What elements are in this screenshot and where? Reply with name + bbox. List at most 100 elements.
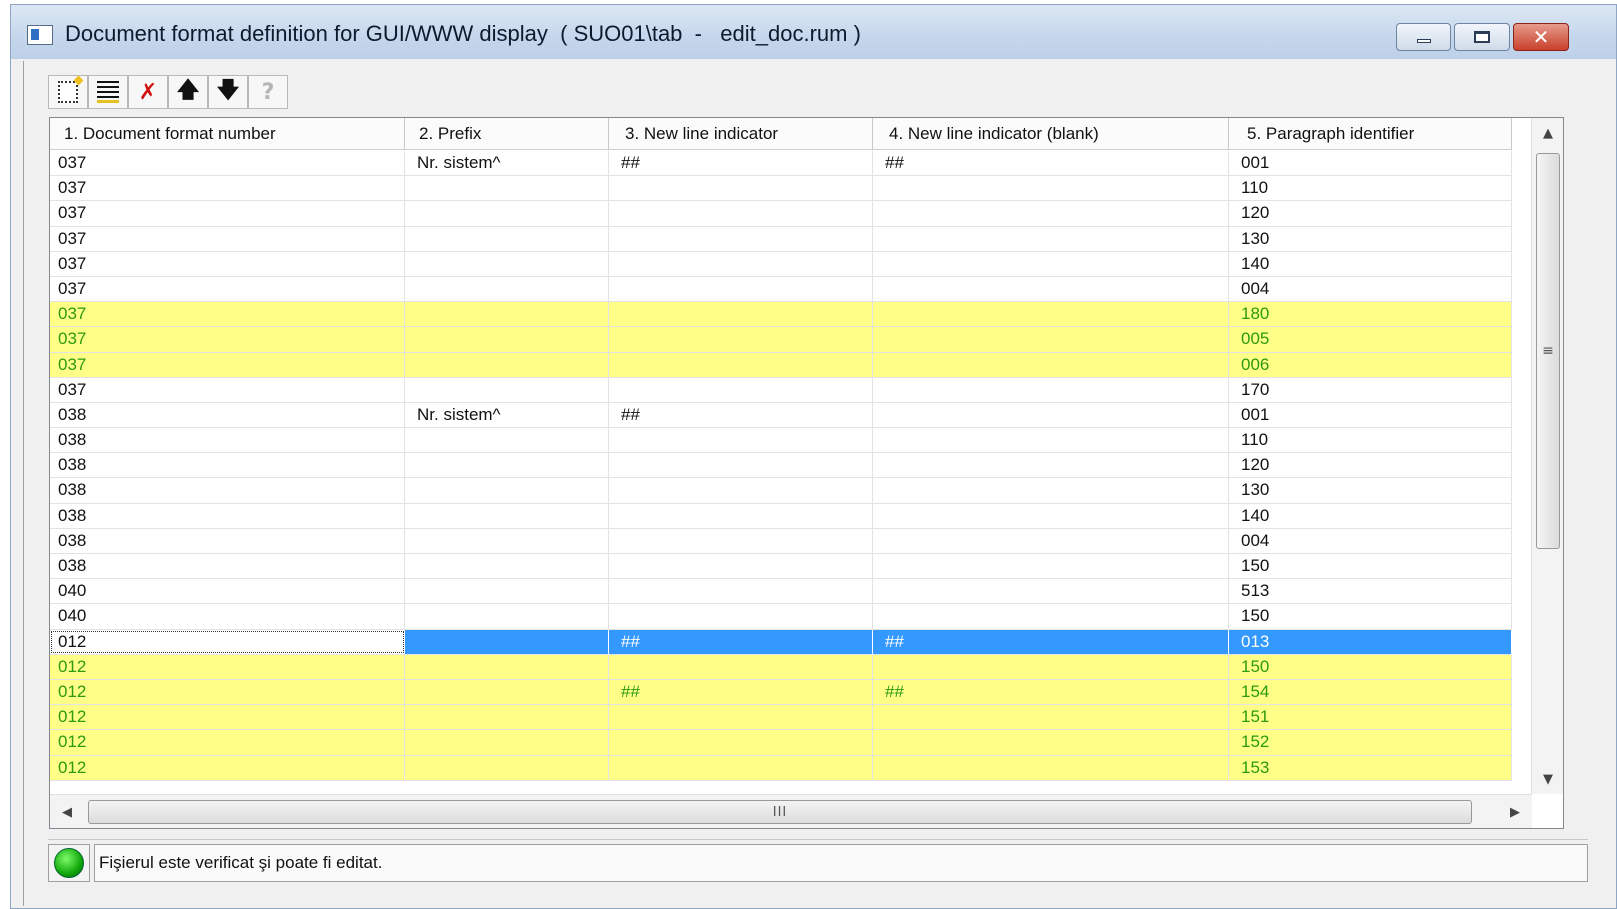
table-cell-col3[interactable]: [609, 705, 873, 730]
table-cell-col5[interactable]: 153: [1229, 755, 1512, 780]
table-row[interactable]: 040 150: [50, 604, 1512, 630]
details-button[interactable]: [88, 75, 128, 109]
table-row[interactable]: 037 140: [50, 251, 1512, 277]
table-cell-col2[interactable]: Nr. sistem^: [405, 151, 609, 176]
table-cell-col1[interactable]: 040: [50, 579, 405, 604]
table-row[interactable]: 038 120: [50, 453, 1512, 479]
table-cell-col2[interactable]: [405, 453, 609, 478]
table-cell-col2[interactable]: [405, 579, 609, 604]
close-button[interactable]: ✕: [1513, 23, 1569, 51]
table-cell-col5[interactable]: 130: [1229, 226, 1512, 251]
table-cell-col4[interactable]: [873, 402, 1229, 428]
table-cell-col5[interactable]: 180: [1229, 302, 1512, 327]
table-cell-col2[interactable]: Nr. sistem^: [405, 402, 609, 428]
table-cell-col4[interactable]: [873, 226, 1229, 251]
table-cell-col2[interactable]: [405, 503, 609, 528]
horizontal-scroll-thumb[interactable]: III: [88, 800, 1472, 824]
table-cell-col5[interactable]: 006: [1229, 352, 1512, 377]
table-cell-col2[interactable]: [405, 176, 609, 201]
table-cell-col3[interactable]: [609, 579, 873, 604]
table-row[interactable]: 012 ## ## 154: [50, 679, 1512, 706]
move-down-button[interactable]: 🡇: [208, 75, 248, 109]
table-cell-col1[interactable]: 037: [50, 276, 405, 302]
table-cell-col4[interactable]: [873, 554, 1229, 579]
table-cell-col3[interactable]: [609, 755, 873, 780]
table-row[interactable]: 038 004: [50, 528, 1512, 554]
horizontal-scrollbar[interactable]: ◀ III ▶: [50, 794, 1532, 828]
table-cell-col3[interactable]: [609, 377, 873, 402]
table-cell-col2[interactable]: [405, 730, 609, 755]
table-cell-col2[interactable]: [405, 302, 609, 327]
table-cell-col3[interactable]: [609, 478, 873, 503]
table-cell-col5[interactable]: 005: [1229, 327, 1512, 352]
table-cell-col5[interactable]: 152: [1229, 730, 1512, 755]
new-record-button[interactable]: [48, 75, 88, 109]
table-cell-col1[interactable]: 038: [50, 554, 405, 579]
table-cell-col4[interactable]: ##: [873, 679, 1229, 705]
table-cell-col4[interactable]: [873, 352, 1229, 377]
table-cell-col1[interactable]: 012: [50, 654, 405, 679]
table-cell-col1[interactable]: 037: [50, 201, 405, 226]
column-header-new-line[interactable]: 3. New line indicator: [609, 118, 873, 150]
table-cell-col4[interactable]: [873, 755, 1229, 780]
table-cell-col4[interactable]: [873, 201, 1229, 226]
table-cell-col3[interactable]: [609, 730, 873, 755]
table-cell-col3[interactable]: [609, 201, 873, 226]
table-cell-col1[interactable]: 040: [50, 604, 405, 629]
table-cell-col1[interactable]: 038: [50, 428, 405, 453]
table-cell-col4[interactable]: [873, 176, 1229, 201]
table-cell-col5[interactable]: 013: [1229, 629, 1512, 654]
table-row[interactable]: 038 Nr. sistem^ ## 001: [50, 402, 1512, 429]
table-cell-col2[interactable]: [405, 251, 609, 276]
table-cell-col3[interactable]: [609, 251, 873, 276]
table-cell-col2[interactable]: [405, 478, 609, 503]
table-cell-col4[interactable]: [873, 327, 1229, 352]
table-cell-col4[interactable]: ##: [873, 151, 1229, 176]
table-cell-col3[interactable]: ##: [609, 679, 873, 705]
scroll-left-icon[interactable]: ◀: [50, 795, 84, 828]
table-cell-col1[interactable]: 038: [50, 453, 405, 478]
table-cell-col3[interactable]: [609, 503, 873, 528]
table-row[interactable]: 037 170: [50, 377, 1512, 403]
table-cell-col1[interactable]: 037: [50, 151, 405, 176]
table-cell-col1[interactable]: 012: [50, 705, 405, 730]
table-cell-col2[interactable]: [405, 428, 609, 453]
table-cell-col3[interactable]: [609, 654, 873, 679]
table-row[interactable]: 012 151: [50, 705, 1512, 731]
table-cell-col4[interactable]: ##: [873, 629, 1229, 654]
table-row[interactable]: 037 006: [50, 352, 1512, 378]
table-cell-col4[interactable]: [873, 528, 1229, 553]
delete-button[interactable]: ✗: [128, 75, 168, 109]
table-cell-col5[interactable]: 140: [1229, 503, 1512, 528]
table-row[interactable]: 037 110: [50, 176, 1512, 202]
table-cell-col5[interactable]: 004: [1229, 276, 1512, 302]
table-cell-col2[interactable]: [405, 604, 609, 629]
table-cell-col1[interactable]: 037: [50, 302, 405, 327]
table-row[interactable]: 037 120: [50, 201, 1512, 227]
column-header-paragraph-id[interactable]: 5. Paragraph identifier: [1229, 118, 1512, 150]
table-cell-col2[interactable]: [405, 679, 609, 705]
table-row[interactable]: 038 110: [50, 428, 1512, 454]
table-cell-col1[interactable]: 012: [50, 679, 405, 705]
table-cell-col1[interactable]: 037: [50, 226, 405, 251]
scroll-down-icon[interactable]: ▼: [1532, 764, 1563, 794]
table-cell-col3[interactable]: [609, 428, 873, 453]
table-cell-col2[interactable]: [405, 327, 609, 352]
table-cell-col4[interactable]: [873, 579, 1229, 604]
table-cell-col5[interactable]: 130: [1229, 478, 1512, 503]
table-cell-col3[interactable]: [609, 453, 873, 478]
table-row[interactable]: 038 140: [50, 503, 1512, 529]
table-cell-col3[interactable]: ##: [609, 151, 873, 176]
table-cell-col4[interactable]: [873, 478, 1229, 503]
table-cell-col1[interactable]: 037: [50, 251, 405, 276]
table-cell-col1[interactable]: 037: [50, 377, 405, 402]
table-cell-col1[interactable]: 038: [50, 402, 405, 428]
table-cell-col4[interactable]: [873, 503, 1229, 528]
table-cell-col4[interactable]: [873, 730, 1229, 755]
table-cell-col3[interactable]: [609, 226, 873, 251]
table-cell-col4[interactable]: [873, 377, 1229, 402]
table-cell-col3[interactable]: [609, 302, 873, 327]
table-cell-col2[interactable]: [405, 528, 609, 553]
vertical-scroll-thumb[interactable]: ≡: [1536, 153, 1560, 549]
table-cell-col1[interactable]: 037: [50, 176, 405, 201]
